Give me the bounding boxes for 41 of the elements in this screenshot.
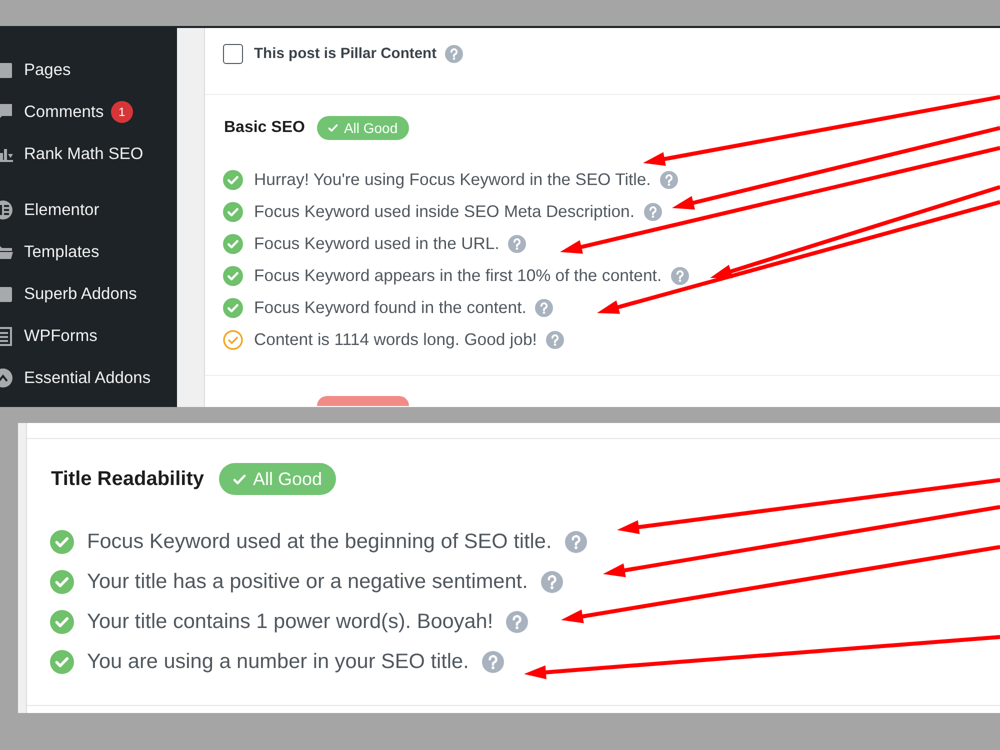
help-icon[interactable] xyxy=(506,611,528,633)
help-icon[interactable] xyxy=(670,267,689,285)
menu-item[interactable]: Essential Addons xyxy=(0,357,177,399)
status-label: All Good xyxy=(344,118,398,138)
help-icon[interactable] xyxy=(482,651,504,673)
check-text: Hurray! You're using Focus Keyword in the SEO Title. xyxy=(254,169,651,192)
check-text: Your title contains 1 power word(s). Booyah! xyxy=(87,609,494,636)
menu-item[interactable]: Superb Addons xyxy=(0,273,177,315)
check-text: Content is 1114 words long. Good job! xyxy=(254,329,537,352)
form-icon xyxy=(0,326,13,346)
check-icon xyxy=(233,472,246,486)
check-text: You are using a number in your SEO title. xyxy=(87,649,469,676)
menu-item[interactable]: Elementor xyxy=(0,189,177,231)
menu-item[interactable]: Templates xyxy=(0,231,177,273)
document-icon xyxy=(0,60,13,80)
check-text: Focus Keyword used in the URL. xyxy=(254,233,500,256)
help-icon[interactable] xyxy=(644,203,662,221)
check-text: Focus Keyword used inside SEO Meta Description. xyxy=(254,201,635,224)
menu-item[interactable]: WPForms xyxy=(0,315,177,357)
section-title: Title Readability xyxy=(51,467,204,492)
help-icon[interactable] xyxy=(564,531,587,553)
checkbox-label: This post is Pillar Content xyxy=(254,44,437,64)
check-text: Your title has a positive or a negative sentiment. xyxy=(87,569,528,596)
help-icon[interactable] xyxy=(535,299,554,317)
check-text: Focus Keyword found in the content. xyxy=(254,297,526,320)
check-text: Focus Keyword used at the beginning of SEO title. xyxy=(87,529,552,556)
menu-item[interactable]: Comments 1 xyxy=(0,91,177,133)
help-icon[interactable] xyxy=(540,571,563,593)
status-label: All Good xyxy=(253,468,322,490)
menu-item[interactable]: Rank Math SEO xyxy=(0,133,177,175)
help-icon[interactable] xyxy=(444,45,463,63)
count-badge: 1 xyxy=(110,101,133,123)
pillar-checkbox[interactable] xyxy=(223,44,243,64)
check-icon xyxy=(328,123,338,133)
box-icon xyxy=(0,284,13,304)
help-icon[interactable] xyxy=(660,171,678,189)
help-icon[interactable] xyxy=(508,235,526,253)
menu-item[interactable]: Pages xyxy=(0,49,177,91)
section-title: Basic SEO xyxy=(224,118,305,138)
help-icon[interactable] xyxy=(546,331,564,349)
check-text: Focus Keyword appears in the first 10% of the content. xyxy=(254,265,662,288)
